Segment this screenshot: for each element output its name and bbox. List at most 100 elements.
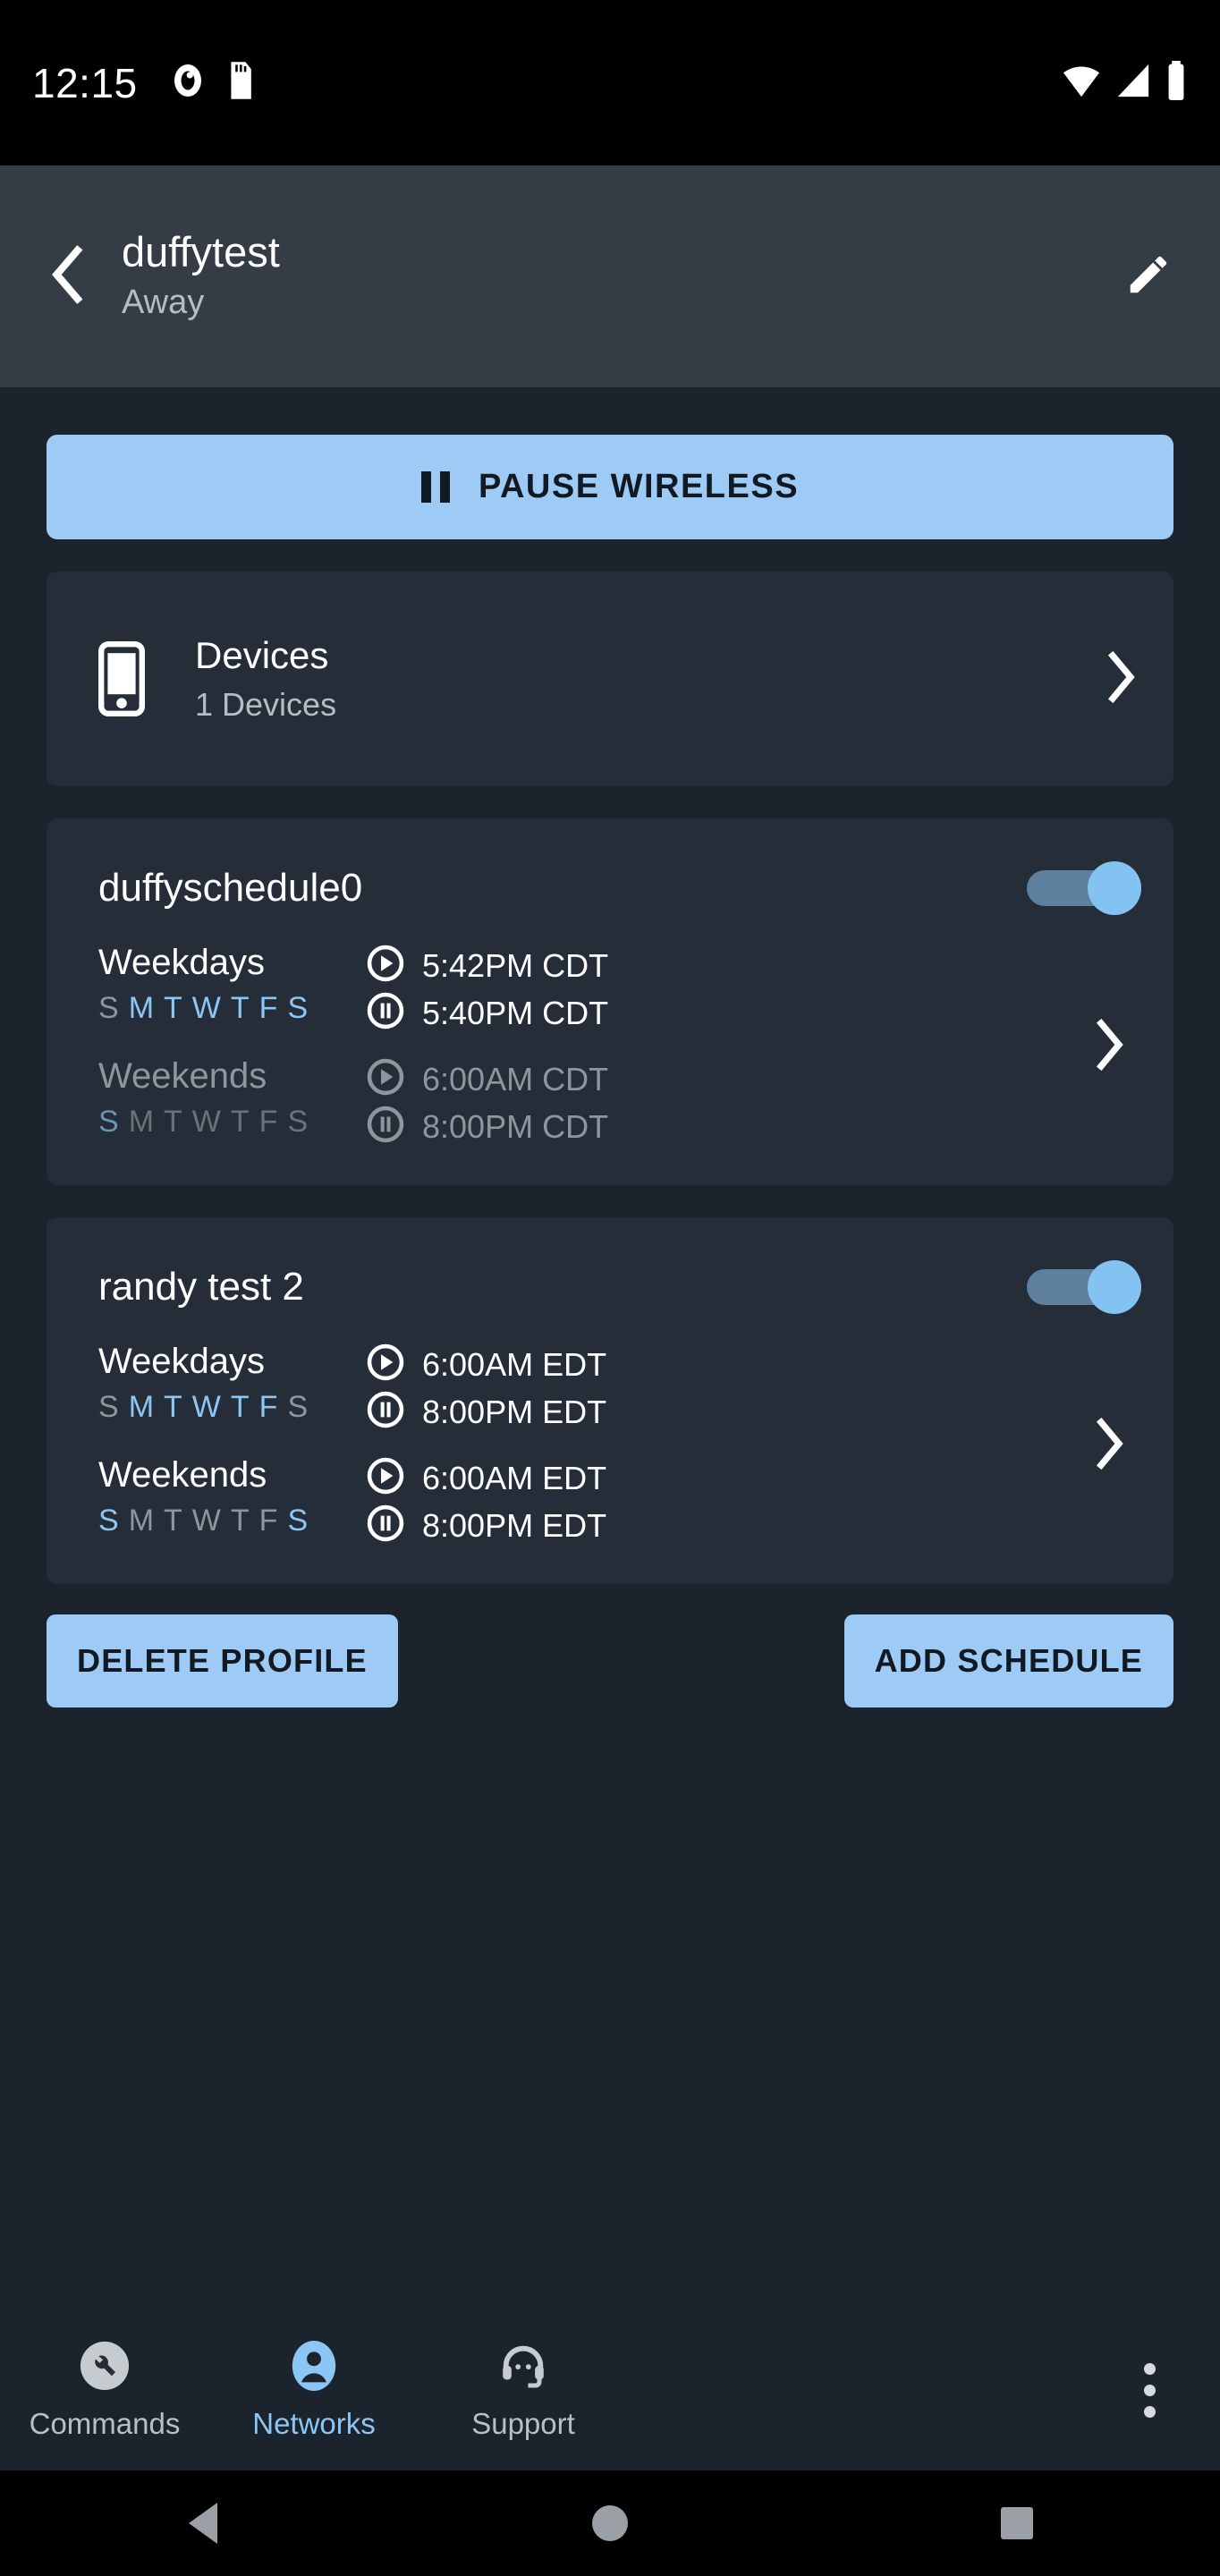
schedule-rows: Weekdays S M T W T F S 6:00AM EDT 8:00PM EDT Weeke… xyxy=(79,1330,1079,1557)
schedule-card-body: Weekdays S M T W T F S 6:00AM EDT 8:00PM EDT Weeke… xyxy=(79,1330,1141,1557)
day-letter: S xyxy=(287,1390,315,1424)
schedule-row-left: Weekdays S M T W T F S xyxy=(98,1341,367,1425)
schedule-stop-time: 8:00PM EDT xyxy=(422,1506,607,1544)
app-bar-titles: duffytest Away xyxy=(122,228,280,324)
status-bar-clock: 12:15 xyxy=(32,59,138,106)
day-letter: T xyxy=(164,1105,189,1139)
wifi-icon xyxy=(1061,63,1102,103)
play-circle-icon xyxy=(367,945,404,987)
pause-circle-icon xyxy=(367,1504,404,1546)
pause-wireless-button[interactable]: PAUSE WIRELESS xyxy=(47,435,1173,539)
day-letter: T xyxy=(230,991,256,1025)
devices-count: 1 Devices xyxy=(195,686,337,723)
schedule-enable-toggle[interactable] xyxy=(1027,861,1141,915)
sd-card-icon xyxy=(225,62,254,104)
schedule-row-times: 6:00AM CDT 8:00PM CDT xyxy=(367,1055,608,1148)
day-letter: T xyxy=(164,991,189,1025)
profile-actions: DELETE PROFILE ADD SCHEDULE xyxy=(47,1614,1173,1707)
day-letter: W xyxy=(191,1504,227,1538)
schedule-start-time: 5:42PM CDT xyxy=(422,946,609,984)
schedule-enable-toggle[interactable] xyxy=(1027,1260,1141,1314)
bottom-navigation: Commands Networks Support xyxy=(0,2309,1220,2470)
schedule-row: Weekends S M T W T F S 6:00AM CDT 8:00PM CDT xyxy=(79,1045,1079,1158)
toggle-thumb xyxy=(1088,861,1141,915)
schedule-stop-time: 8:00PM EDT xyxy=(422,1393,607,1430)
day-letter: S xyxy=(287,1504,315,1538)
devices-card[interactable]: Devices 1 Devices xyxy=(47,572,1173,786)
day-letter: T xyxy=(164,1504,189,1538)
more-vertical-icon[interactable] xyxy=(1144,2362,1156,2418)
schedule-day-letters: SMTWTFS xyxy=(98,1390,367,1425)
schedule-row-left: Weekends S M T W T F S xyxy=(98,1454,367,1538)
day-letter: M xyxy=(128,1504,161,1538)
nav-label-support: Support xyxy=(471,2406,575,2440)
day-letter: W xyxy=(191,1390,227,1424)
play-circle-icon xyxy=(367,1457,404,1499)
headset-icon xyxy=(497,2340,549,2396)
back-button[interactable] xyxy=(36,243,102,309)
day-letter: M xyxy=(128,991,161,1025)
day-letter: S xyxy=(287,1105,315,1139)
schedule-stop-time-row: 8:00PM EDT xyxy=(367,1391,606,1433)
edit-profile-button[interactable] xyxy=(1113,241,1184,312)
schedules-list: duffyschedule0 Weekdays S M T W T F S 5:42PM CDT 5… xyxy=(47,818,1173,1584)
schedule-card[interactable]: randy test 2 Weekdays S M T W T F S 6:00AM EDT 8:0… xyxy=(47,1217,1173,1584)
main-content: PAUSE WIRELESS Devices 1 Devices duffysc… xyxy=(0,387,1220,2309)
devices-text-block: Devices 1 Devices xyxy=(195,634,336,724)
schedule-start-time: 6:00AM EDT xyxy=(422,1345,607,1383)
schedule-card[interactable]: duffyschedule0 Weekdays S M T W T F S 5:42PM CDT 5… xyxy=(47,818,1173,1185)
play-circle-icon xyxy=(367,1058,404,1100)
day-letter: S xyxy=(98,991,125,1025)
schedule-row-label: Weekdays xyxy=(98,943,266,982)
schedule-day-letters: SMTWTFS xyxy=(98,991,367,1026)
nav-label-networks: Networks xyxy=(252,2406,376,2440)
schedule-stop-time: 5:40PM CDT xyxy=(422,994,609,1031)
battery-icon xyxy=(1165,61,1188,105)
schedule-start-time: 6:00AM EDT xyxy=(422,1459,607,1496)
screen-record-icon xyxy=(172,63,204,103)
back-chevron-icon xyxy=(49,244,89,309)
schedule-row-times: 6:00AM EDT 8:00PM EDT xyxy=(367,1454,606,1546)
nav-item-support[interactable]: Support xyxy=(419,2340,628,2441)
delete-profile-button[interactable]: DELETE PROFILE xyxy=(47,1614,398,1707)
schedule-stop-time: 8:00PM CDT xyxy=(422,1107,609,1145)
day-letter: M xyxy=(128,1105,161,1139)
person-icon xyxy=(288,2340,340,2396)
status-bar: 12:15 xyxy=(0,0,1220,165)
day-letter: S xyxy=(98,1504,125,1538)
system-back-button[interactable] xyxy=(114,2470,292,2576)
devices-title: Devices xyxy=(195,634,329,676)
status-bar-notification-icons xyxy=(172,62,254,104)
nav-item-commands[interactable]: Commands xyxy=(0,2340,209,2441)
play-circle-icon xyxy=(367,1343,404,1385)
system-home-button[interactable] xyxy=(521,2470,699,2576)
mobile-phone-icon xyxy=(80,641,163,716)
nav-item-networks[interactable]: Networks xyxy=(209,2340,419,2441)
circle-home-icon xyxy=(591,2505,628,2541)
day-letter: T xyxy=(164,1390,189,1424)
day-letter: M xyxy=(128,1390,161,1424)
nav-label-commands: Commands xyxy=(29,2406,181,2440)
chevron-right-icon xyxy=(1079,1018,1141,1072)
schedule-row-label: Weekdays xyxy=(98,1342,266,1381)
schedule-stop-time-row: 8:00PM CDT xyxy=(367,1106,608,1148)
schedule-card-header: duffyschedule0 xyxy=(79,845,1141,931)
triangle-back-icon xyxy=(189,2503,218,2544)
schedule-stop-time-row: 8:00PM EDT xyxy=(367,1504,606,1546)
schedule-row-label: Weekends xyxy=(98,1056,267,1096)
pause-wireless-label: PAUSE WIRELESS xyxy=(478,468,800,505)
pause-circle-icon xyxy=(367,1391,404,1433)
day-letter: F xyxy=(258,991,284,1025)
add-schedule-button[interactable]: ADD SCHEDULE xyxy=(843,1614,1173,1707)
day-letter: S xyxy=(287,991,315,1025)
schedule-row: Weekdays S M T W T F S 6:00AM EDT 8:00PM EDT xyxy=(79,1330,1079,1444)
pencil-edit-icon xyxy=(1124,250,1173,303)
system-recents-button[interactable] xyxy=(928,2470,1106,2576)
app-bar: duffytest Away xyxy=(0,165,1220,387)
schedule-card-body: Weekdays S M T W T F S 5:42PM CDT 5:40PM CDT Weeke… xyxy=(79,931,1141,1158)
day-letter: W xyxy=(191,991,227,1025)
schedule-start-time-row: 6:00AM EDT xyxy=(367,1457,606,1499)
schedule-row-times: 6:00AM EDT 8:00PM EDT xyxy=(367,1341,606,1433)
pause-circle-icon xyxy=(367,1106,404,1148)
wrench-icon xyxy=(79,2340,131,2396)
